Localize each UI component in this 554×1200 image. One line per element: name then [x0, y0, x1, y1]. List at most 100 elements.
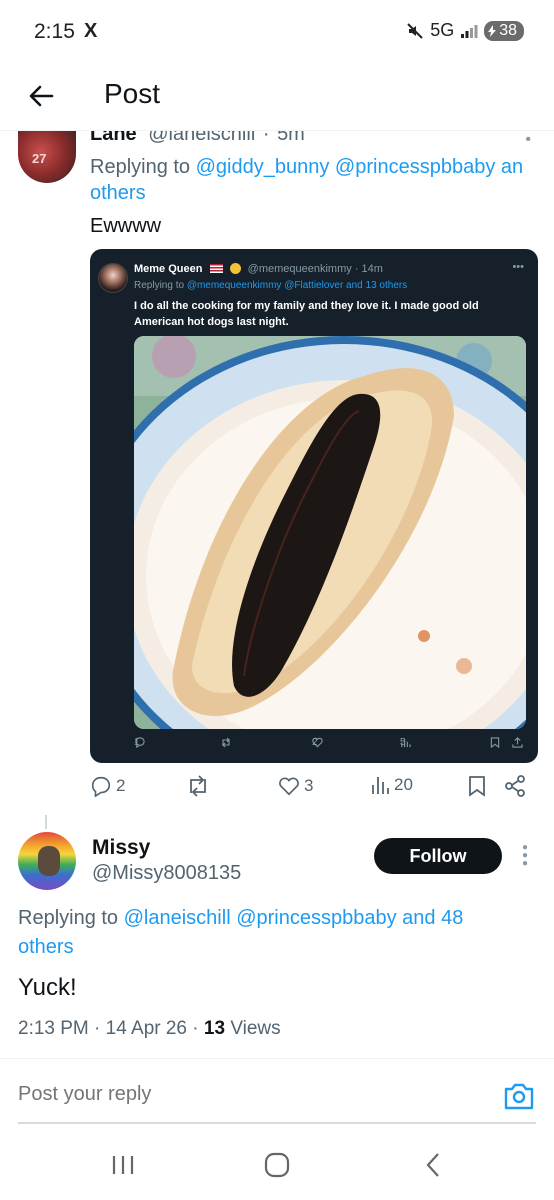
embedded-share-icon [512, 737, 523, 748]
replying-to-label: Replying to [90, 156, 191, 178]
bookmark-button[interactable] [468, 775, 486, 797]
repost-icon [222, 737, 230, 748]
follow-button[interactable]: Follow [374, 838, 502, 874]
others-link[interactable]: others [90, 182, 146, 205]
signal-icon [460, 23, 478, 39]
status-time: 2:15 [34, 20, 75, 43]
back-button[interactable] [26, 80, 58, 112]
embedded-text: I do all the cooking for my family and t… [134, 300, 479, 328]
embedded-author: Meme Queen @memequeenkimmy · 14m [134, 263, 383, 275]
embedded-avatar [98, 263, 128, 293]
embedded-views-stat: 5 [400, 737, 411, 748]
mention-link[interactable]: @princesspbbaby [335, 156, 495, 178]
embedded-bookmark-icon [490, 737, 500, 748]
views-count: 20 [394, 775, 413, 794]
thread-connector [45, 815, 47, 829]
arrow-left-icon [29, 85, 54, 107]
tweet-lane[interactable]: 27 Lane @laneischill · 5m • Replying to … [0, 131, 554, 811]
views-button[interactable]: 20 [370, 775, 413, 795]
hot-dog-photo [134, 336, 526, 729]
recent-apps-icon [112, 1156, 134, 1174]
more-options-icon[interactable]: ● ● ● [520, 843, 530, 869]
mention-link[interactable]: @giddy_bunny [196, 156, 330, 178]
camera-icon [504, 1083, 534, 1110]
tweet-meta: 2:13 PM · 14 Apr 26 · 13 Views [18, 1018, 281, 1040]
embedded-mentions: @memequeenkimmy @Flattielover and 13 oth… [186, 280, 408, 291]
embedded-time-separator: · [354, 263, 359, 275]
embedded-author-handle: @memequeenkimmy [247, 263, 352, 275]
home-icon [264, 1152, 290, 1178]
tweet-text: Ewwww [90, 215, 162, 237]
like-count: 3 [304, 776, 314, 795]
like-button[interactable]: 3 [278, 775, 313, 797]
mention-link[interactable]: @laneischill [124, 907, 231, 929]
embedded-repost-stat [220, 737, 232, 748]
tweet-action-bar: 2 3 20 [90, 775, 540, 807]
nav-back-button[interactable] [424, 1152, 442, 1183]
x-logo-icon: X [84, 20, 98, 42]
composer-underline [18, 1122, 536, 1124]
embedded-views-count: 5 [400, 737, 406, 748]
tweet-time: 5m [277, 131, 305, 145]
replying-to-label: Replying to [18, 907, 119, 929]
home-button[interactable] [264, 1152, 290, 1183]
status-indicators: 5G 38 [406, 20, 524, 41]
chevron-left-icon [426, 1153, 439, 1177]
embedded-reply-count: 1 [134, 737, 140, 748]
reply-composer [0, 1059, 554, 1123]
replying-to: Replying to @laneischill @princesspbbaby… [18, 904, 518, 962]
author-handle[interactable]: @laneischill [148, 131, 255, 145]
more-options-icon[interactable]: • [525, 131, 532, 149]
heart-icon [279, 777, 299, 796]
tweet-missy[interactable]: Missy @Missy8008135 Follow ● ● ● Replying … [0, 830, 554, 1060]
avatar[interactable]: 27 [18, 131, 76, 183]
share-icon [505, 775, 525, 797]
battery-indicator: 38 [484, 20, 524, 41]
replying-to: Replying to @giddy_bunny @princesspbbaby… [90, 153, 554, 182]
reply-icon [91, 776, 111, 797]
share-button[interactable] [504, 775, 526, 797]
time-separator: · [262, 131, 270, 145]
repost-icon [190, 775, 206, 797]
embedded-author-name: Meme Queen [134, 263, 203, 275]
network-label: 5G [430, 20, 455, 40]
reply-button[interactable]: 2 [90, 775, 125, 797]
embedded-screenshot[interactable]: Meme Queen @memequeenkimmy · 14m ••• Rep… [90, 249, 538, 763]
mention-link[interactable]: @princesspbbaby [236, 907, 396, 929]
embedded-replying-to: Replying to @memequeenkimmy @Flattielove… [134, 280, 407, 291]
reply-input[interactable] [18, 1083, 458, 1106]
views-count[interactable]: 13 [204, 1018, 225, 1039]
embedded-like-count: 2 [312, 737, 318, 748]
charging-icon [488, 24, 497, 37]
author-name[interactable]: Missy [92, 836, 150, 860]
author-handle[interactable]: @Missy8008135 [92, 862, 241, 885]
mute-icon [406, 22, 424, 40]
views-label: Views [230, 1018, 281, 1039]
battery-level: 38 [499, 21, 517, 39]
reply-count: 2 [116, 776, 126, 795]
system-nav-bar [0, 1130, 554, 1200]
avatar-jersey-number: 27 [32, 151, 47, 166]
author-name[interactable]: Lane [90, 131, 137, 145]
views-icon [372, 777, 389, 794]
recent-apps-button[interactable] [110, 1154, 136, 1181]
meta-separator: · [192, 1018, 199, 1039]
embedded-more-icon: ••• [512, 261, 524, 273]
meta-separator: · [94, 1018, 101, 1039]
embedded-reply-stat: 1 [134, 737, 145, 748]
embedded-like-stat: 2 [312, 737, 323, 748]
status-bar: 2:15 X 5G 38 [0, 0, 554, 64]
embedded-replying-label: Replying to [134, 280, 185, 291]
tweet-time: 2:13 PM [18, 1018, 89, 1039]
page-title: Post [104, 78, 161, 109]
repost-button[interactable] [186, 775, 210, 797]
avatar[interactable] [18, 832, 76, 890]
top-app-bar: Post [0, 64, 554, 130]
camera-button[interactable] [503, 1081, 535, 1111]
us-flag-icon [209, 264, 223, 273]
embedded-action-bar: 1 2 5 [134, 737, 526, 757]
bookmark-icon [469, 776, 485, 797]
tweet-author[interactable]: Lane @laneischill · 5m [90, 131, 305, 146]
mention-overflow[interactable]: an [501, 156, 523, 178]
emoji-icon [229, 263, 241, 274]
